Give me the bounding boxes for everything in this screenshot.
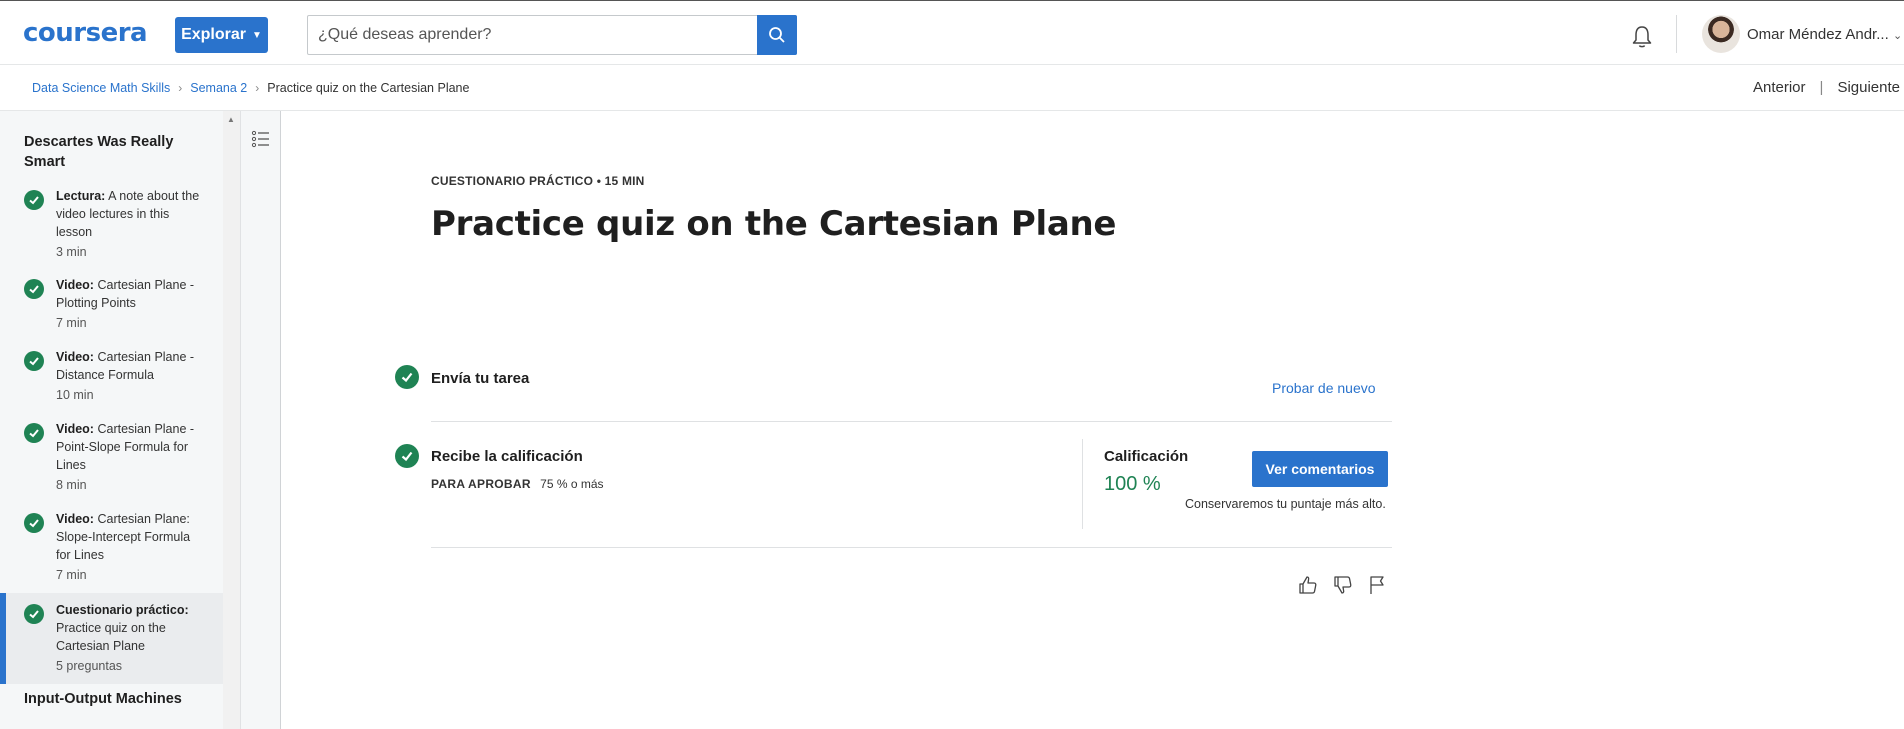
breadcrumb-week-link[interactable]: Semana 2 bbox=[190, 81, 247, 95]
breadcrumb-course-link[interactable]: Data Science Math Skills bbox=[32, 81, 170, 95]
nav-separator: | bbox=[1819, 79, 1824, 96]
toc-toggle-strip bbox=[240, 111, 281, 729]
sidebar-item[interactable]: Video: Cartesian Plane - Point-Slope For… bbox=[0, 420, 223, 500]
step-submit-label: Envía tu tarea bbox=[431, 370, 530, 387]
check-circle-icon bbox=[395, 365, 419, 389]
retry-link[interactable]: Probar de nuevo bbox=[1272, 380, 1376, 396]
sidebar-section-title: Descartes Was Really Smart bbox=[24, 134, 174, 170]
sidebar-item-text: Video: Cartesian Plane - Plotting Points… bbox=[56, 276, 204, 332]
course-sidebar: Descartes Was Really Smart Lectura: A no… bbox=[0, 111, 223, 729]
item-duration: 10 min bbox=[56, 388, 94, 402]
view-feedback-button[interactable]: Ver comentarios bbox=[1252, 451, 1388, 487]
chevron-down-icon[interactable]: ⌄ bbox=[1893, 29, 1902, 42]
item-type: Video: bbox=[56, 422, 94, 436]
prev-next-nav: Anterior | Siguiente bbox=[1753, 79, 1900, 96]
sidebar-item-text: Video: Cartesian Plane - Point-Slope For… bbox=[56, 420, 204, 494]
pass-label: PARA APROBAR bbox=[431, 477, 531, 491]
item-duration: 5 preguntas bbox=[56, 659, 123, 673]
search-input[interactable] bbox=[308, 16, 758, 54]
explore-button-label: Explorar bbox=[181, 26, 246, 43]
user-name[interactable]: Omar Méndez Andr... bbox=[1747, 26, 1889, 43]
search-button[interactable] bbox=[757, 15, 797, 55]
sidebar-item[interactable]: Video: Cartesian Plane - Plotting Points… bbox=[0, 276, 223, 338]
divider bbox=[431, 421, 1392, 422]
flag-icon[interactable] bbox=[1366, 574, 1388, 596]
chevron-right-icon: › bbox=[178, 81, 183, 95]
item-type: Video: bbox=[56, 350, 94, 364]
keep-highest-note: Conservaremos tu puntaje más alto. bbox=[1185, 497, 1386, 511]
thumbs-up-icon[interactable] bbox=[1297, 574, 1319, 596]
sidebar-item-active[interactable]: Cuestionario práctico: Practice quiz on … bbox=[0, 593, 223, 684]
item-type: Cuestionario práctico: bbox=[56, 603, 189, 617]
divider bbox=[431, 547, 1392, 548]
search-box bbox=[307, 15, 797, 55]
check-circle-icon bbox=[24, 351, 44, 371]
sidebar-item-text: Video: Cartesian Plane: Slope-Intercept … bbox=[56, 510, 204, 584]
list-icon[interactable] bbox=[250, 128, 272, 150]
scroll-up-arrow-icon[interactable]: ▲ bbox=[227, 115, 235, 124]
grade-label: Calificación bbox=[1104, 448, 1189, 465]
breadcrumb: Data Science Math Skills › Semana 2 › Pr… bbox=[32, 81, 469, 95]
pass-requirement: PARA APROBAR 75 % o más bbox=[431, 477, 604, 491]
search-icon bbox=[769, 27, 785, 43]
item-kicker: CUESTIONARIO PRÁCTICO • 15 MIN bbox=[431, 174, 645, 188]
item-title: Practice quiz on the Cartesian Plane bbox=[56, 621, 166, 653]
sidebar-item[interactable]: Video: Cartesian Plane: Slope-Intercept … bbox=[0, 510, 223, 590]
coursera-logo[interactable]: coursera bbox=[23, 18, 148, 48]
chevron-down-icon: ▼ bbox=[252, 29, 262, 41]
header-divider bbox=[1676, 15, 1677, 53]
thumbs-down-icon[interactable] bbox=[1332, 574, 1354, 596]
step-grade-label: Recibe la calificación bbox=[431, 448, 583, 465]
sidebar-item-text: Cuestionario práctico: Practice quiz on … bbox=[56, 601, 204, 675]
check-circle-icon bbox=[24, 423, 44, 443]
main-content: CUESTIONARIO PRÁCTICO • 15 MIN Practice … bbox=[282, 111, 1904, 729]
item-duration: 7 min bbox=[56, 316, 87, 330]
next-link[interactable]: Siguiente bbox=[1837, 79, 1900, 96]
pass-value: 75 % o más bbox=[540, 477, 604, 491]
notifications-bell-icon[interactable] bbox=[1628, 23, 1656, 51]
explore-button[interactable]: Explorar ▼ bbox=[175, 17, 268, 53]
page-title: Practice quiz on the Cartesian Plane bbox=[431, 204, 1117, 244]
breadcrumb-bar: Data Science Math Skills › Semana 2 › Pr… bbox=[0, 65, 1904, 111]
item-duration: 8 min bbox=[56, 478, 87, 492]
item-duration: 7 min bbox=[56, 568, 87, 582]
previous-link[interactable]: Anterior bbox=[1753, 79, 1806, 96]
sidebar-item[interactable]: Video: Cartesian Plane - Distance Formul… bbox=[0, 348, 223, 410]
sidebar-item-text: Video: Cartesian Plane - Distance Formul… bbox=[56, 348, 204, 404]
vertical-divider bbox=[1082, 439, 1083, 529]
top-header: coursera Explorar ▼ Omar Méndez Andr... … bbox=[0, 0, 1904, 65]
sidebar-next-section-title[interactable]: Input-Output Machines bbox=[24, 689, 204, 709]
active-indicator bbox=[0, 593, 6, 684]
sidebar-scrollbar[interactable]: ▲ bbox=[223, 111, 240, 729]
check-circle-icon bbox=[24, 604, 44, 624]
sidebar-item-text: Lectura: A note about the video lectures… bbox=[56, 187, 204, 261]
check-circle-icon bbox=[24, 513, 44, 533]
avatar[interactable] bbox=[1702, 15, 1740, 53]
item-type: Lectura: bbox=[56, 189, 106, 203]
item-type: Video: bbox=[56, 512, 94, 526]
check-circle-icon bbox=[24, 279, 44, 299]
item-type: Video: bbox=[56, 278, 94, 292]
sidebar-item[interactable]: Lectura: A note about the video lectures… bbox=[0, 187, 223, 267]
item-duration: 3 min bbox=[56, 245, 87, 259]
check-circle-icon bbox=[395, 444, 419, 468]
breadcrumb-current: Practice quiz on the Cartesian Plane bbox=[267, 81, 470, 95]
grade-value: 100 % bbox=[1104, 473, 1161, 495]
check-circle-icon bbox=[24, 190, 44, 210]
chevron-right-icon: › bbox=[255, 81, 260, 95]
